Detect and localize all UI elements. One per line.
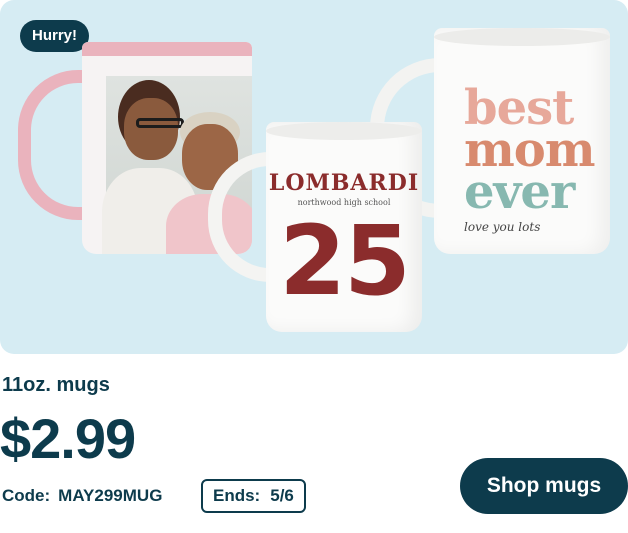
mug-rim [82,42,252,56]
mug-top [434,28,610,46]
mug-body: LOMBARDI northwood high school 25 [266,122,422,332]
shop-mugs-button[interactable]: Shop mugs [460,458,628,514]
product-price: $2.99 [0,407,136,470]
person-face [124,98,178,160]
promo-code-label: Code: [2,486,51,505]
ends-badge: Ends: 5/6 [201,479,306,513]
jersey-mug-image: LOMBARDI northwood high school 25 [208,122,430,334]
ends-label: Ends: [213,486,261,505]
promo-code-value: MAY299MUG [58,486,163,505]
ends-date: 5/6 [270,486,294,505]
product-title: 11oz. mugs [2,374,110,396]
mug-jersey-number: 25 [279,205,411,317]
mug-script-text: love you lots [464,220,541,234]
mug-name-text: LOMBARDI [268,170,420,196]
mug-handle [18,70,88,220]
promo-code: Code: MAY299MUG [2,486,162,506]
mug-top [266,122,422,140]
mug-text-ever: ever [464,164,575,220]
hero-image[interactable]: Hurry! best mom ever love you lots LOMBA… [0,0,628,354]
glasses [136,118,184,128]
mug-body: best mom ever love you lots [434,28,610,254]
